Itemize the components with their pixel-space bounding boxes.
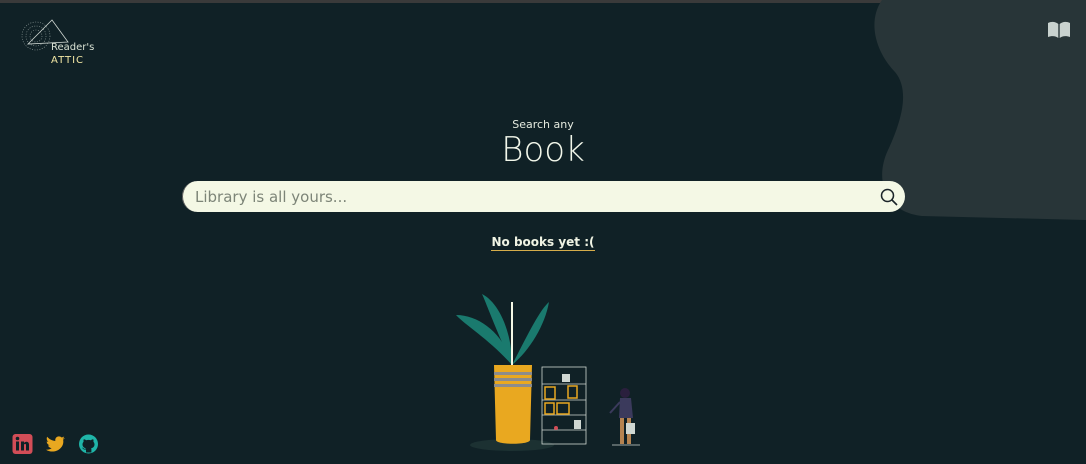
search-input[interactable]: [182, 181, 873, 212]
linkedin-icon[interactable]: [12, 434, 33, 454]
logo-text-readers: Reader's: [51, 42, 95, 53]
social-links: [12, 434, 99, 454]
empty-state-illustration: [456, 294, 640, 451]
twitter-icon[interactable]: [45, 434, 66, 454]
logo-text-attic: ATTIC: [51, 55, 85, 66]
search-icon: [880, 188, 898, 206]
search-bar: [182, 181, 905, 212]
book-icon[interactable]: [1047, 21, 1071, 39]
github-icon[interactable]: [78, 434, 99, 454]
app-logo[interactable]: Reader's ATTIC: [20, 18, 100, 70]
empty-results-text: No books yet :(: [491, 235, 595, 251]
hero-title: Book: [501, 130, 585, 170]
empty-results-message: No books yet :(: [0, 235, 1086, 251]
search-button[interactable]: [873, 181, 905, 212]
